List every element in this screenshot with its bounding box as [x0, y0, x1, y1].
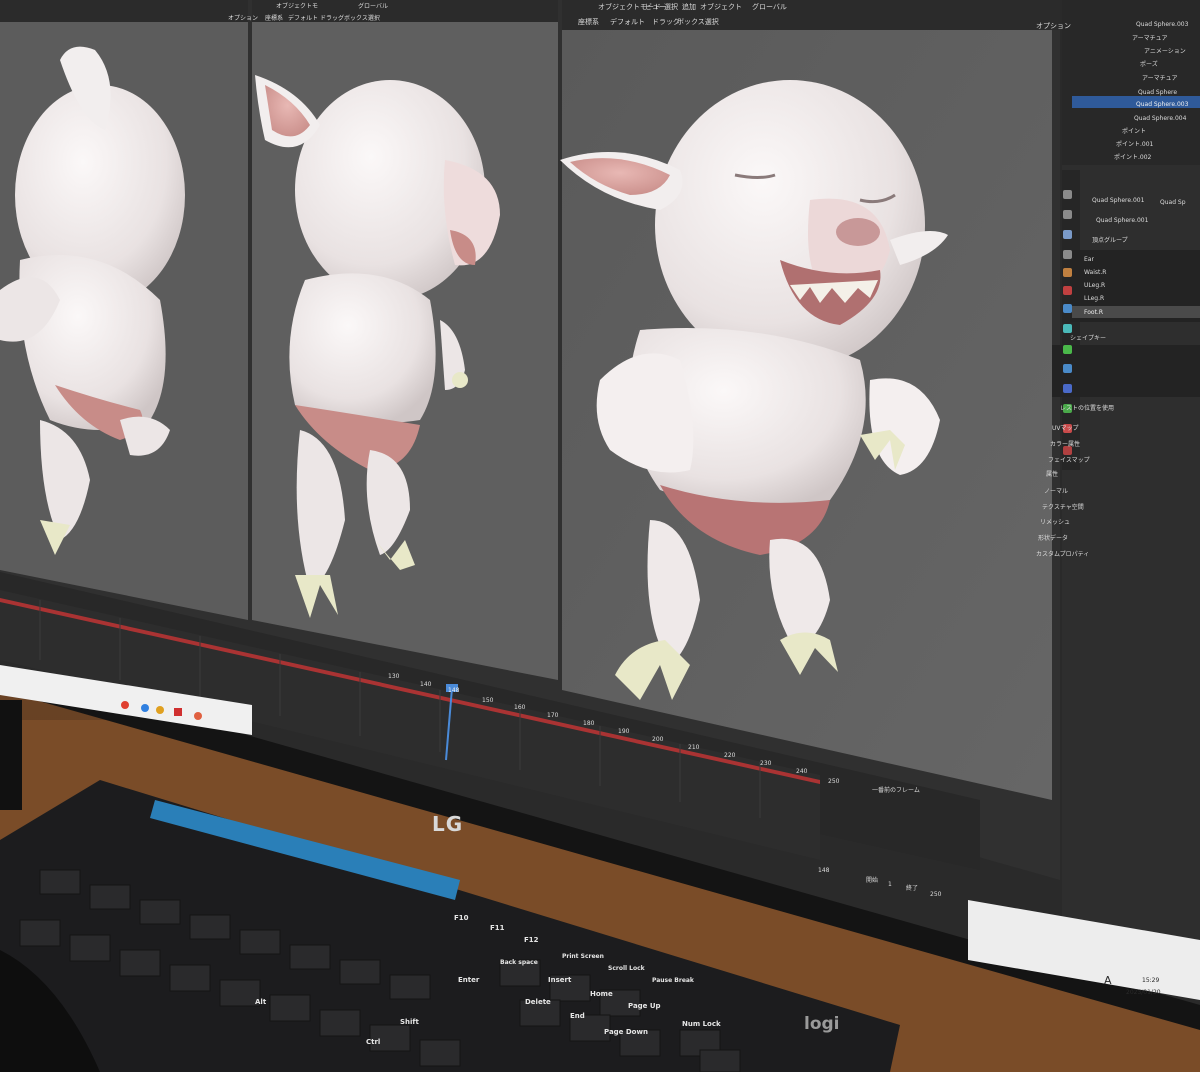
timeline-start-label: 開始 — [866, 877, 879, 884]
menu-view[interactable]: ビュー — [645, 3, 666, 12]
key-enter[interactable]: Enter — [458, 976, 479, 985]
header-mid-orientation[interactable]: 座標系 — [265, 14, 283, 23]
timeline-tick-230: 230 — [760, 760, 772, 767]
header-options[interactable]: オプション — [1036, 22, 1071, 31]
key-shift[interactable]: Shift — [400, 1018, 419, 1027]
vertex-groups-title[interactable]: 頂点グループ — [1092, 236, 1128, 245]
taskbar-ime-indicator[interactable]: A — [1104, 975, 1112, 986]
section-normals[interactable]: ノーマル — [1044, 487, 1068, 496]
outliner-item-7[interactable]: Quad Sphere.004 — [1134, 114, 1186, 123]
section-remesh[interactable]: リメッシュ — [1040, 518, 1070, 527]
outliner-item-10[interactable]: ポイント.002 — [1114, 153, 1151, 162]
key-insert[interactable]: Insert — [548, 976, 571, 985]
timeline-tick-170: 170 — [547, 712, 559, 719]
key-home[interactable]: Home — [590, 990, 613, 999]
key-page-down[interactable]: Page Down — [604, 1028, 648, 1037]
timeline-tick-240: 240 — [796, 768, 808, 775]
properties-breadcrumb-1: Quad Sphere.001 — [1092, 197, 1145, 204]
menu-add[interactable]: 追加 — [682, 3, 696, 12]
timeline-current-frame-marker[interactable]: 148 — [448, 686, 459, 695]
timeline-tick-140: 140 — [420, 681, 432, 688]
timeline-tick-160: 160 — [514, 704, 526, 711]
section-color-attributes[interactable]: カラー属性 — [1050, 440, 1080, 449]
timeline-end-field[interactable]: 250 — [930, 890, 941, 899]
vertex-group-2[interactable]: ULeg.R — [1084, 281, 1105, 290]
vertex-group-0[interactable]: Ear — [1084, 255, 1094, 264]
outliner-item-0[interactable]: Quad Sphere.003 — [1136, 20, 1188, 29]
mesh-name-field[interactable]: Quad Sphere.001 — [1096, 216, 1148, 225]
menu-select[interactable]: 選択 — [664, 3, 678, 12]
key-f10[interactable]: F10 — [454, 914, 469, 923]
timeline-tick-150: 150 — [482, 697, 494, 704]
key-num-lock[interactable]: Num Lock — [682, 1020, 721, 1029]
ui-text-layer: オプション オブジェクトモ グローバル 座標系 デフォルト ドラッグ ボックス選… — [0, 0, 1200, 1072]
header-box-select[interactable]: ボックス選択 — [677, 18, 719, 27]
outliner-item-4[interactable]: アーマチュア — [1142, 74, 1178, 83]
key-ctrl[interactable]: Ctrl — [366, 1038, 380, 1047]
section-custom-properties[interactable]: カスタムプロパティ — [1036, 550, 1089, 559]
outliner-item-6-selected[interactable]: Quad Sphere.003 — [1136, 100, 1188, 109]
key-backspace[interactable]: Back space — [500, 958, 538, 967]
outliner-item-5[interactable]: Quad Sphere — [1138, 88, 1177, 97]
key-page-up[interactable]: Page Up — [628, 1002, 661, 1011]
vertex-group-4-selected[interactable]: Foot.R — [1084, 308, 1103, 317]
timeline-playback-dropdown[interactable]: 一番前のフレーム — [872, 786, 920, 795]
header-orientation[interactable]: 座標系 — [578, 18, 599, 27]
rest-position-checkbox[interactable]: レストの位置を使用 — [1060, 404, 1114, 413]
key-end[interactable]: End — [570, 1012, 585, 1021]
timeline-tick-130: 130 — [388, 673, 400, 680]
timeline-tick-220: 220 — [724, 752, 736, 759]
taskbar-time[interactable]: 15:29 — [1142, 976, 1159, 985]
taskbar-date[interactable]: 2023/01/20 — [1126, 988, 1161, 997]
timeline-tick-200: 200 — [652, 736, 664, 743]
timeline-end-label: 終了 — [906, 885, 919, 892]
section-face-maps[interactable]: フェイスマップ — [1048, 456, 1090, 465]
keyboard-brand-logo: logi — [804, 1014, 840, 1034]
outliner-item-3[interactable]: ポーズ — [1140, 60, 1158, 69]
outliner-item-2[interactable]: アニメーション — [1144, 47, 1186, 56]
section-geometry-data[interactable]: 形状データ — [1038, 534, 1068, 543]
vertex-group-1[interactable]: Waist.R — [1084, 268, 1106, 277]
header-transform[interactable]: グローバル — [752, 3, 787, 12]
section-attributes[interactable]: 属性 — [1046, 470, 1058, 479]
header-mid-drag[interactable]: ドラッグ — [320, 14, 344, 23]
timeline-start-field[interactable]: 1 — [888, 880, 892, 889]
timeline-tick-210: 210 — [688, 744, 700, 751]
header-mid-default[interactable]: デフォルト — [288, 14, 318, 23]
properties-breadcrumb-2: Quad Sp — [1160, 199, 1186, 206]
key-print-screen[interactable]: Print Screen — [562, 952, 604, 961]
timeline-tick-250: 250 — [828, 778, 840, 785]
outliner-item-1[interactable]: アーマチュア — [1132, 34, 1168, 43]
key-delete[interactable]: Delete — [525, 998, 551, 1007]
shape-keys-title[interactable]: シェイプキー — [1070, 334, 1106, 343]
key-alt[interactable]: Alt — [255, 998, 266, 1007]
key-f11[interactable]: F11 — [490, 924, 505, 933]
timeline-tick-180: 180 — [583, 720, 595, 727]
header-drag[interactable]: ドラッグ — [652, 18, 680, 27]
header-mid-object-mode[interactable]: オブジェクトモ — [276, 2, 318, 11]
menu-object[interactable]: オブジェクト — [700, 3, 742, 12]
outliner-item-9[interactable]: ポイント.001 — [1116, 140, 1153, 149]
header-mid-box-select[interactable]: ボックス選択 — [344, 14, 380, 23]
vertex-group-3[interactable]: LLeg.R — [1084, 294, 1104, 303]
section-uv-maps[interactable]: UVマップ — [1052, 424, 1079, 433]
header-left-options[interactable]: オプション — [228, 14, 258, 23]
timeline-current-frame-field[interactable]: 148 — [818, 866, 829, 875]
header-mid-transform[interactable]: グローバル — [358, 2, 388, 11]
header-default[interactable]: デフォルト — [610, 18, 645, 27]
outliner-item-8[interactable]: ポイント — [1122, 127, 1146, 136]
key-pause-break[interactable]: Pause Break — [652, 976, 694, 985]
key-f12[interactable]: F12 — [524, 936, 539, 945]
section-texture-space[interactable]: テクスチャ空間 — [1042, 503, 1084, 512]
key-scroll-lock[interactable]: Scroll Lock — [608, 964, 645, 973]
timeline-tick-190: 190 — [618, 728, 630, 735]
monitor-brand-logo: LG — [432, 812, 464, 836]
